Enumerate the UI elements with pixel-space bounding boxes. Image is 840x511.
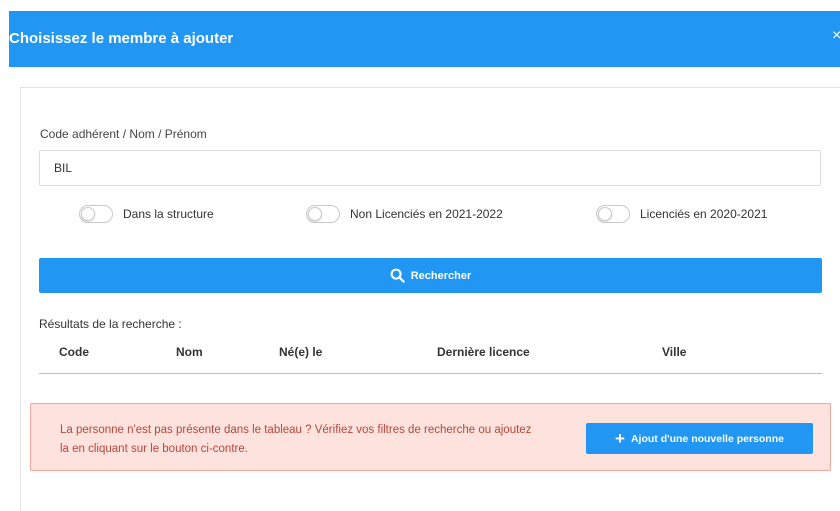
modal-title: Choisissez le membre à ajouter — [9, 30, 234, 47]
table-divider — [39, 373, 822, 374]
search-label: Code adhérent / Nom / Prénom — [40, 127, 207, 141]
filter-label: Dans la structure — [123, 207, 214, 221]
toggle-switch[interactable] — [306, 205, 340, 223]
column-header-ville: Ville — [662, 345, 687, 359]
search-button[interactable]: Rechercher — [39, 258, 822, 293]
alert-message: La personne n'est pas présente dans le t… — [60, 424, 532, 455]
toggle-knob — [308, 207, 322, 221]
plus-icon: + — [615, 429, 625, 448]
filter-non-licencies[interactable]: Non Licenciés en 2021-2022 — [306, 204, 503, 224]
toggle-knob — [598, 207, 612, 221]
toggle-switch[interactable] — [596, 205, 630, 223]
toggle-switch[interactable] — [79, 205, 113, 223]
filter-label: Licenciés en 2020-2021 — [640, 207, 768, 221]
column-header-nom: Nom — [176, 345, 203, 359]
toggle-knob — [81, 207, 95, 221]
search-input[interactable] — [39, 150, 821, 186]
search-icon — [390, 268, 405, 283]
column-header-ne-le: Né(e) le — [279, 345, 323, 359]
column-header-code: Code — [59, 345, 89, 359]
filter-label: Non Licenciés en 2021-2022 — [350, 207, 503, 221]
filter-licencies[interactable]: Licenciés en 2020-2021 — [596, 204, 767, 224]
search-button-label: Rechercher — [410, 269, 472, 282]
column-header-derniere-licence: Dernière licence — [437, 345, 530, 359]
add-new-person-label: Ajout d'une nouvelle personne — [630, 432, 784, 445]
filter-dans-la-structure[interactable]: Dans la structure — [79, 204, 214, 224]
results-title: Résultats de la recherche : — [39, 317, 182, 331]
add-new-person-button[interactable]: + Ajout d'une nouvelle personne — [586, 423, 813, 454]
modal-header: Choisissez le membre à ajouter × — [9, 11, 840, 67]
close-icon[interactable]: × — [832, 27, 840, 45]
not-found-alert: La personne n'est pas présente dans le t… — [30, 403, 831, 471]
